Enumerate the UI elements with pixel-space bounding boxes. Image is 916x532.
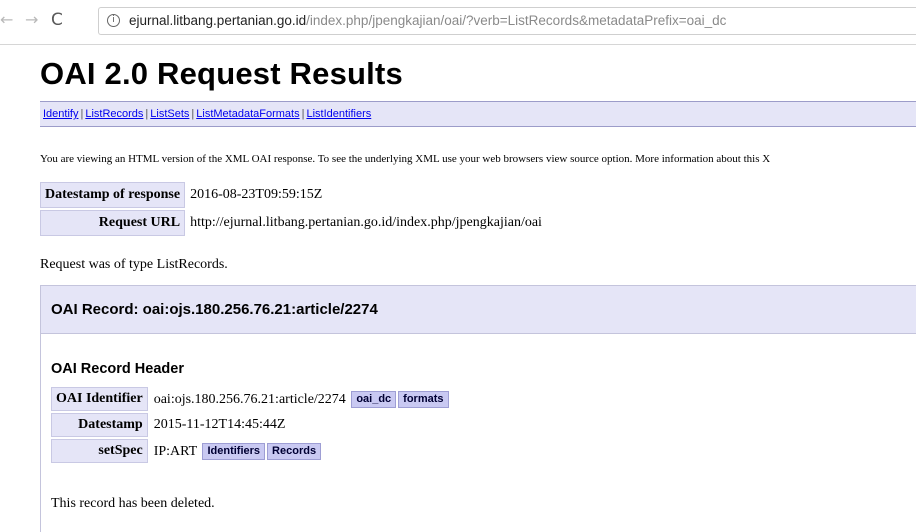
deleted-notice: This record has been deleted. bbox=[51, 496, 215, 511]
browser-toolbar: ← → C i ejurnal.litbang.pertanian.go.id/… bbox=[0, 0, 916, 45]
records-button[interactable]: Records bbox=[267, 442, 322, 460]
oai-dc-button[interactable]: oai_dc bbox=[351, 390, 397, 408]
request-url-value: http://ejurnal.litbang.pertanian.go.id/i… bbox=[190, 215, 542, 230]
table-row: Datestamp of response 2016-08-23T09:59:1… bbox=[40, 182, 546, 208]
url-path: /index.php/jpengkajian/oai/?verb=ListRec… bbox=[306, 13, 727, 28]
menu-link-listsets[interactable]: ListSets bbox=[150, 108, 189, 120]
record-header-table: OAI Identifier oai:ojs.180.256.76.21:art… bbox=[49, 385, 455, 465]
url-host: ejurnal.litbang.pertanian.go.id bbox=[129, 13, 307, 28]
back-arrow-icon[interactable]: ← bbox=[0, 10, 13, 30]
identifiers-button[interactable]: Identifiers bbox=[202, 442, 266, 460]
record-header-title: OAI Record Header bbox=[51, 361, 184, 377]
record-panel: OAI Record: oai:ojs.180.256.76.21:articl… bbox=[40, 285, 916, 532]
menu-link-listrecords[interactable]: ListRecords bbox=[85, 108, 143, 120]
verb-menu: Identify | ListRecords | ListSets | ListMetada… bbox=[40, 101, 916, 127]
address-bar[interactable]: i ejurnal.litbang.pertanian.go.id/index.… bbox=[98, 7, 916, 35]
request-url-label: Request URL bbox=[40, 210, 186, 236]
formats-button[interactable]: formats bbox=[398, 390, 449, 408]
menu-link-listmetadataformats[interactable]: ListMetadataFormats bbox=[196, 108, 299, 120]
oai-identifier-label: OAI Identifier bbox=[51, 387, 148, 411]
record-heading: OAI Record: oai:ojs.180.256.76.21:articl… bbox=[41, 286, 916, 334]
forward-arrow-icon[interactable]: → bbox=[25, 10, 38, 30]
reload-icon[interactable]: C bbox=[51, 10, 63, 30]
oai-identifier-cell: oai:ojs.180.256.76.21:article/2274 oai_d… bbox=[150, 387, 453, 411]
table-row: Request URL http://ejurnal.litbang.perta… bbox=[40, 210, 546, 236]
table-row: setSpec IP:ART Identifiers Records bbox=[51, 439, 453, 463]
setspec-cell: IP:ART Identifiers Records bbox=[150, 439, 453, 463]
datestamp-value: 2015-11-12T14:45:44Z bbox=[153, 417, 286, 432]
url-text[interactable]: ejurnal.litbang.pertanian.go.id/index.ph… bbox=[129, 13, 726, 28]
setspec-label: setSpec bbox=[51, 439, 148, 463]
response-info-table: Datestamp of response 2016-08-23T09:59:1… bbox=[38, 180, 548, 238]
page-title: OAI 2.0 Request Results bbox=[40, 56, 403, 91]
menu-link-listidentifiers[interactable]: ListIdentifiers bbox=[306, 108, 371, 120]
datestamp-response-value: 2016-08-23T09:59:15Z bbox=[190, 187, 323, 202]
menu-link-identify[interactable]: Identify bbox=[43, 108, 78, 120]
table-row: Datestamp 2015-11-12T14:45:44Z bbox=[51, 413, 453, 437]
info-icon[interactable]: i bbox=[107, 14, 120, 27]
oai-identifier-value: oai:ojs.180.256.76.21:article/2274 bbox=[153, 391, 346, 407]
datestamp-label: Datestamp bbox=[51, 413, 148, 437]
request-type-text: Request was of type ListRecords. bbox=[40, 257, 228, 272]
setspec-value: IP:ART bbox=[153, 443, 197, 459]
table-row: OAI Identifier oai:ojs.180.256.76.21:art… bbox=[51, 387, 453, 411]
intro-text: You are viewing an HTML version of the X… bbox=[40, 153, 771, 165]
datestamp-response-label: Datestamp of response bbox=[40, 182, 186, 208]
